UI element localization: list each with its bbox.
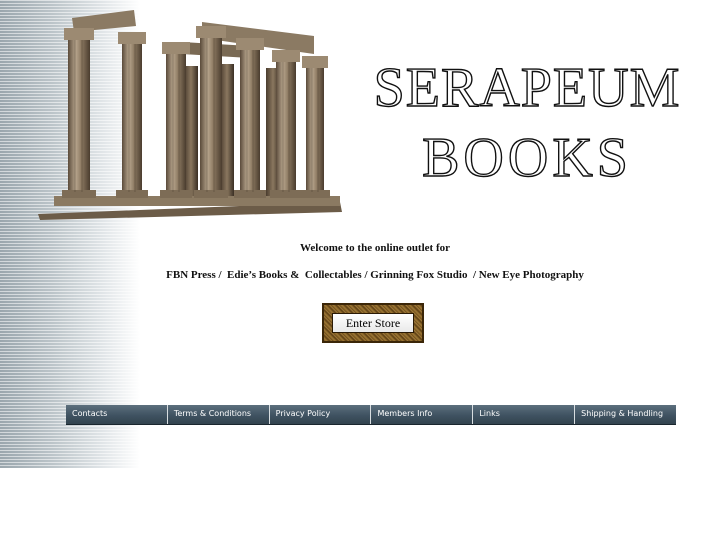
outlets-text: FBN Press / Edie’s Books & Collectables … [166, 269, 584, 281]
enter-store-button[interactable]: Enter Store [322, 303, 424, 343]
nav-bar: Contacts Terms & Conditions Privacy Poli… [66, 405, 676, 425]
site-title: SERAPEUM BOOKS [352, 57, 702, 189]
temple-columns-image [38, 10, 342, 220]
site-title-line2: BOOKS [421, 127, 632, 189]
nav-item-links[interactable]: Links [473, 405, 576, 424]
nav-item-privacy-policy[interactable]: Privacy Policy [269, 405, 372, 424]
nav-item-shipping-handling[interactable]: Shipping & Handling [575, 405, 676, 424]
page: SERAPEUM BOOKS Welcome to the online out… [0, 0, 727, 545]
nav-item-contacts[interactable]: Contacts [66, 405, 168, 424]
enter-store-label: Enter Store [332, 313, 414, 333]
nav-item-terms-conditions[interactable]: Terms & Conditions [167, 405, 270, 424]
site-title-line1: SERAPEUM [373, 57, 681, 119]
nav-item-members-info[interactable]: Members Info [371, 405, 474, 424]
welcome-text: Welcome to the online outlet for [300, 242, 450, 254]
